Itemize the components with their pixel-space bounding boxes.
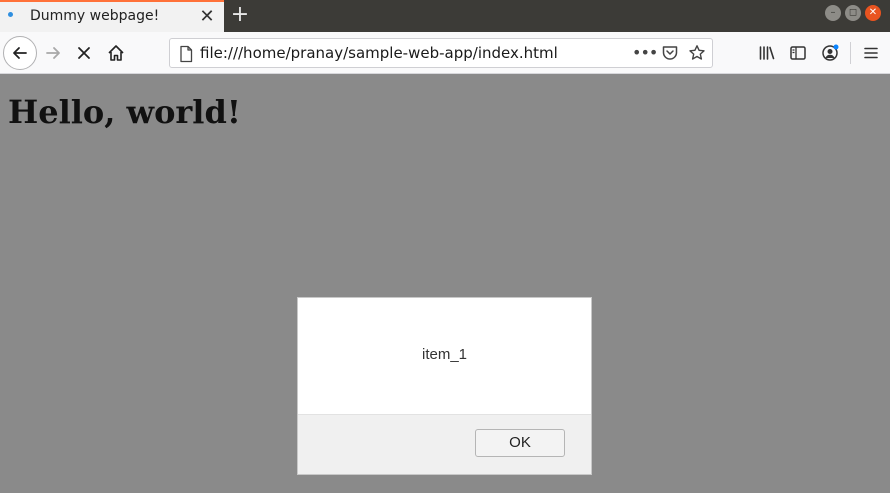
account-icon <box>822 44 839 61</box>
open-menu-button[interactable] <box>860 42 882 64</box>
url-bar[interactable]: file:///home/pranay/sample-web-app/index… <box>169 38 713 68</box>
alert-footer: OK <box>298 414 591 474</box>
alert-message: item_1 <box>421 346 468 363</box>
tab-dummy-webpage[interactable]: Dummy webpage! ✕ <box>0 0 224 32</box>
alert-dialog: item_1 OK <box>297 297 592 475</box>
tab-loading-indicator <box>8 12 13 17</box>
page-icon <box>180 45 193 63</box>
forward-button[interactable] <box>38 38 68 68</box>
account-button[interactable] <box>819 42 841 64</box>
window-close-button[interactable]: ✕ <box>865 5 881 21</box>
ok-button[interactable]: OK <box>475 429 565 457</box>
tab-title: Dummy webpage! <box>30 8 160 24</box>
pocket-icon[interactable] <box>661 44 679 62</box>
back-button[interactable] <box>3 36 37 70</box>
back-arrow-icon <box>13 47 27 59</box>
window-minimize-button[interactable]: – <box>825 5 841 21</box>
new-tab-button[interactable]: + <box>229 2 251 28</box>
library-icon <box>759 46 775 60</box>
page-heading: Hello, world! <box>8 93 241 131</box>
hamburger-menu-icon <box>864 47 878 59</box>
toolbar-separator <box>850 42 851 64</box>
stop-loading-button[interactable] <box>69 38 99 68</box>
tab-close-icon[interactable]: ✕ <box>198 6 216 28</box>
stop-icon <box>78 47 90 59</box>
window-maximize-button[interactable]: ◻ <box>845 5 861 21</box>
bookmark-star-icon[interactable] <box>688 44 706 62</box>
sidebar-button[interactable] <box>787 42 809 64</box>
sidebar-icon <box>790 46 806 60</box>
home-button[interactable] <box>101 38 131 68</box>
home-icon <box>108 45 124 61</box>
navigation-toolbar: file:///home/pranay/sample-web-app/index… <box>0 32 890 74</box>
url-text[interactable]: file:///home/pranay/sample-web-app/index… <box>200 44 558 62</box>
page-actions-more-icon[interactable]: ••• <box>632 42 658 64</box>
library-button[interactable] <box>756 42 778 64</box>
forward-arrow-icon <box>46 47 60 59</box>
tab-strip: Dummy webpage! ✕ + – ◻ ✕ <box>0 0 890 32</box>
